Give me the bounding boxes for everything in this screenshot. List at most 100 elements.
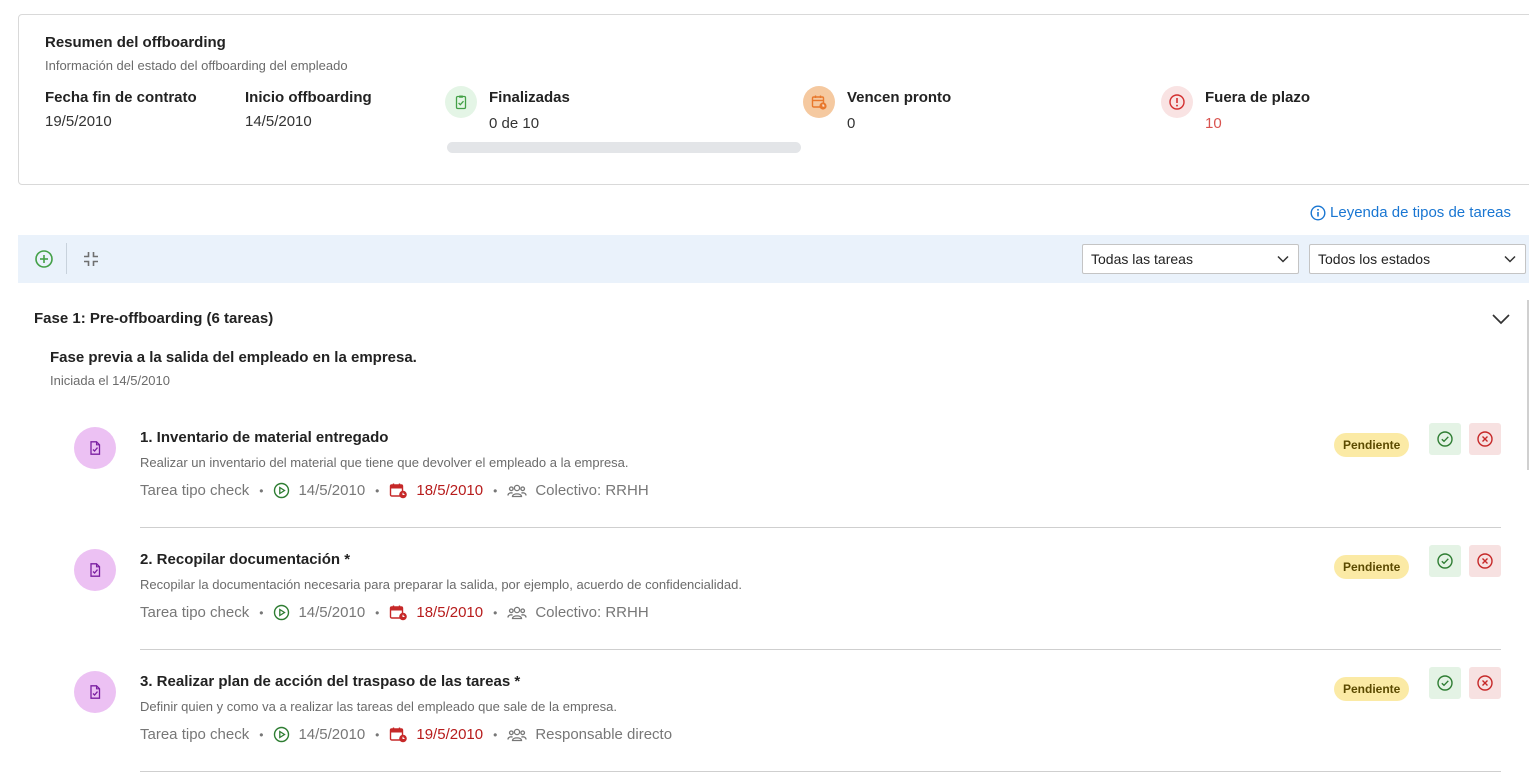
task-due-date: 18/5/2010 <box>416 482 484 499</box>
task-description: Recopilar la documentación necesaria par… <box>140 577 742 592</box>
task-assignee: Responsable directo <box>535 726 673 743</box>
calendar-clock-icon <box>389 482 408 499</box>
collapse-icon <box>81 249 101 269</box>
meta-separator: • <box>259 483 264 498</box>
x-circle-icon <box>1476 674 1494 692</box>
check-circle-icon <box>1436 430 1454 448</box>
task-title[interactable]: 1. Inventario de material entregado <box>140 429 388 446</box>
task-description: Definir quien y como va a realizar las t… <box>140 699 617 714</box>
check-circle-icon <box>1436 674 1454 692</box>
contract-end-value: 19/5/2010 <box>45 113 112 130</box>
task-type-avatar <box>74 671 116 713</box>
task-item: 1. Inventario de material entregado Real… <box>0 423 1529 545</box>
play-circle-icon <box>273 604 290 621</box>
add-task-button[interactable] <box>29 245 59 273</box>
group-icon <box>507 726 527 743</box>
summary-subtitle: Información del estado del offboarding d… <box>45 58 348 73</box>
phase-start-date: Iniciada el 14/5/2010 <box>50 373 170 388</box>
document-check-icon <box>87 684 103 700</box>
calendar-clock-icon <box>389 726 408 743</box>
phase-collapse-toggle[interactable] <box>1490 310 1512 328</box>
chevron-down-icon <box>1491 312 1511 326</box>
complete-task-button[interactable] <box>1429 545 1461 577</box>
offboarding-summary-card: Resumen del offboarding Información del … <box>18 14 1529 185</box>
due-soon-value: 0 <box>847 115 856 132</box>
meta-separator: • <box>375 483 380 498</box>
offboarding-start-label: Inicio offboarding <box>245 89 372 106</box>
toolbar-divider <box>66 243 67 274</box>
collapse-all-button[interactable] <box>76 245 106 273</box>
task-type-filter-select[interactable]: Todas las tareas <box>1082 244 1299 274</box>
task-type-label: Tarea tipo check <box>140 482 250 499</box>
task-divider <box>140 649 1501 650</box>
meta-separator: • <box>375 605 380 620</box>
calendar-clock-icon <box>389 604 408 621</box>
complete-task-button[interactable] <box>1429 423 1461 455</box>
task-types-legend-link[interactable]: Leyenda de tipos de tareas <box>1310 204 1511 221</box>
clipboard-check-icon <box>445 86 477 118</box>
task-assignee: Colectivo: RRHH <box>535 604 649 621</box>
task-title[interactable]: 2. Recopilar documentación * <box>140 551 350 568</box>
task-item: 3. Realizar plan de acción del traspaso … <box>0 667 1529 778</box>
complete-task-button[interactable] <box>1429 667 1461 699</box>
legend-link-label: Leyenda de tipos de tareas <box>1330 204 1511 221</box>
task-assignee: Colectivo: RRHH <box>535 482 649 499</box>
document-check-icon <box>87 562 103 578</box>
phase-description: Fase previa a la salida del empleado en … <box>50 349 417 366</box>
chevron-down-icon <box>1503 252 1517 266</box>
meta-separator: • <box>493 605 498 620</box>
status-filter-select[interactable]: Todos los estados <box>1309 244 1526 274</box>
task-type-filter-value: Todas las tareas <box>1091 251 1193 267</box>
play-circle-icon <box>273 726 290 743</box>
group-icon <box>507 604 527 621</box>
x-circle-icon <box>1476 430 1494 448</box>
alert-circle-icon <box>1161 86 1193 118</box>
chevron-down-icon <box>1276 252 1290 266</box>
task-due-date: 18/5/2010 <box>416 604 484 621</box>
task-meta: Tarea tipo check • 14/5/2010 • 18/5/2010… <box>140 482 649 499</box>
task-item: 2. Recopilar documentación * Recopilar l… <box>0 545 1529 667</box>
meta-separator: • <box>493 483 498 498</box>
x-circle-icon <box>1476 552 1494 570</box>
task-divider <box>140 771 1501 772</box>
offboarding-start-value: 14/5/2010 <box>245 113 312 130</box>
task-description: Realizar un inventario del material que … <box>140 455 629 470</box>
meta-separator: • <box>375 727 380 742</box>
status-badge: Pendiente <box>1334 555 1410 579</box>
due-soon-label: Vencen pronto <box>847 89 952 106</box>
task-start-date: 14/5/2010 <box>298 482 366 499</box>
task-divider <box>140 527 1501 528</box>
summary-title: Resumen del offboarding <box>45 34 226 51</box>
task-start-date: 14/5/2010 <box>298 604 366 621</box>
meta-separator: • <box>259 727 264 742</box>
phase-title: Fase 1: Pre-offboarding (6 tareas) <box>34 310 274 327</box>
task-type-avatar <box>74 427 116 469</box>
status-badge: Pendiente <box>1334 677 1410 701</box>
task-meta: Tarea tipo check • 14/5/2010 • 18/5/2010… <box>140 604 649 621</box>
calendar-clock-icon <box>803 86 835 118</box>
contract-end-label: Fecha fin de contrato <box>45 89 197 106</box>
document-check-icon <box>87 440 103 456</box>
status-badge: Pendiente <box>1334 433 1410 457</box>
meta-separator: • <box>493 727 498 742</box>
group-icon <box>507 482 527 499</box>
info-icon <box>1310 204 1326 221</box>
overdue-label: Fuera de plazo <box>1205 89 1311 106</box>
tasks-toolbar: Todas las tareas Todos los estados <box>18 235 1529 283</box>
task-start-date: 14/5/2010 <box>298 726 366 743</box>
finished-value: 0 de 10 <box>489 115 540 132</box>
task-type-label: Tarea tipo check <box>140 726 250 743</box>
reject-task-button[interactable] <box>1469 667 1501 699</box>
status-filter-value: Todos los estados <box>1318 251 1431 267</box>
finished-progress-bar <box>447 142 801 153</box>
task-type-avatar <box>74 549 116 591</box>
task-title[interactable]: 3. Realizar plan de acción del traspaso … <box>140 673 520 690</box>
reject-task-button[interactable] <box>1469 545 1501 577</box>
plus-circle-icon <box>34 249 54 269</box>
finished-label: Finalizadas <box>489 89 570 106</box>
reject-task-button[interactable] <box>1469 423 1501 455</box>
play-circle-icon <box>273 482 290 499</box>
task-meta: Tarea tipo check • 14/5/2010 • 19/5/2010… <box>140 726 672 743</box>
task-due-date: 19/5/2010 <box>416 726 484 743</box>
task-type-label: Tarea tipo check <box>140 604 250 621</box>
